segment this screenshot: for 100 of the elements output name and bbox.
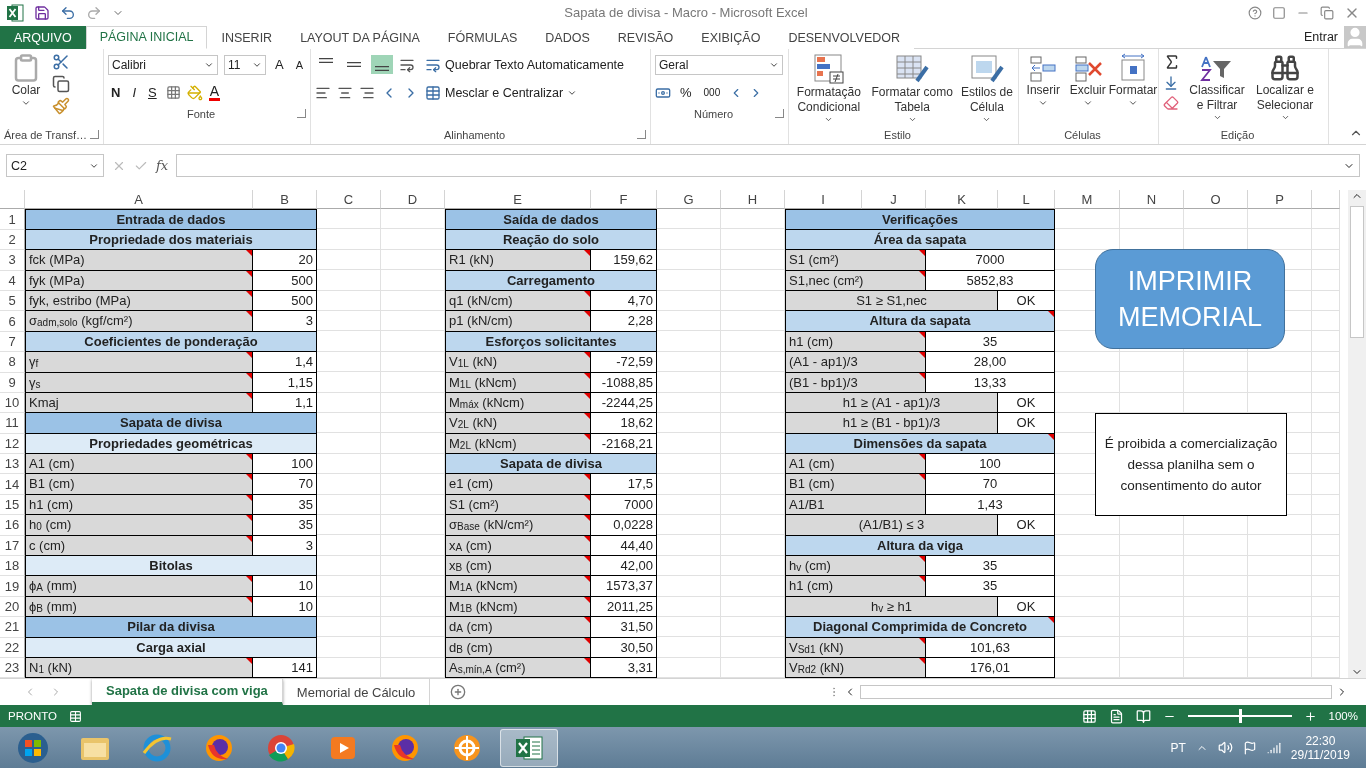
launcher-icon[interactable] — [775, 108, 784, 118]
language-indicator[interactable]: PT — [1170, 740, 1186, 755]
row-header[interactable]: 1 — [0, 209, 25, 230]
firefox-icon[interactable] — [390, 732, 420, 763]
underline-button[interactable]: S — [145, 85, 160, 101]
ribbon-tab[interactable]: PÁGINA INICIAL — [85, 25, 208, 49]
column-header[interactable]: L — [998, 190, 1055, 210]
fill-color-icon[interactable] — [186, 84, 203, 101]
column-header[interactable]: N — [1120, 190, 1184, 210]
page-layout-icon[interactable] — [1108, 708, 1124, 724]
cells-button[interactable]: Excluir — [1067, 52, 1108, 127]
flag-icon[interactable] — [1242, 740, 1257, 755]
font-size-field[interactable]: 11 — [224, 54, 266, 75]
thousands-button[interactable]: 000 — [700, 87, 724, 99]
vertical-align-button[interactable] — [371, 55, 393, 75]
browser-icon[interactable] — [142, 732, 172, 763]
signal-icon[interactable] — [1266, 740, 1281, 755]
select-all-corner[interactable] — [0, 190, 25, 210]
editing-button[interactable]: Classificar e Filtrar — [1185, 52, 1249, 127]
merge-center-button[interactable]: Mesclar e Centralizar — [423, 83, 580, 102]
style-button[interactable]: Formatar como Tabela — [868, 52, 956, 127]
vertical-scrollbar[interactable] — [1348, 190, 1366, 679]
undo-icon[interactable] — [60, 4, 76, 21]
cut-icon[interactable] — [52, 52, 70, 71]
name-box[interactable]: C2 — [6, 154, 104, 178]
row-header[interactable]: 11 — [0, 413, 25, 434]
sign-in-link[interactable]: Entrar — [1303, 29, 1344, 44]
column-header[interactable]: D — [381, 190, 445, 210]
wheel-icon[interactable] — [452, 732, 482, 763]
column-header[interactable]: G — [657, 190, 721, 210]
launcher-icon[interactable] — [637, 130, 646, 140]
chrome-icon[interactable] — [266, 732, 296, 763]
column-header[interactable]: A — [25, 190, 253, 210]
column-header[interactable]: M — [1055, 190, 1120, 210]
row-header[interactable]: 8 — [0, 352, 25, 373]
row-header[interactable]: 21 — [0, 617, 25, 638]
label-cell: fyk, estribo (MPa) — [25, 290, 253, 312]
windows-orb-icon[interactable] — [17, 731, 49, 764]
editing-button[interactable]: Localizar e Selecionar — [1253, 52, 1317, 127]
section-header: Bitolas — [25, 556, 317, 577]
lines-icon — [319, 58, 333, 64]
style-button[interactable]: Formatação Condicional — [793, 52, 865, 127]
scroll-thumb[interactable] — [1350, 206, 1364, 339]
group-label: Estilo — [884, 129, 911, 142]
normal-view-icon[interactable] — [1081, 708, 1097, 724]
italic-button[interactable]: I — [129, 85, 139, 101]
column-header[interactable]: K — [926, 190, 998, 210]
paste-button[interactable]: Colar — [4, 52, 48, 127]
section-header: Diagonal Comprimida de Concreto — [785, 617, 1055, 638]
column-header[interactable]: H — [721, 190, 785, 210]
column-header[interactable]: C — [317, 190, 381, 210]
grow-font-button[interactable]: A — [272, 57, 287, 73]
number-format-field[interactable]: Geral — [655, 54, 783, 75]
font-name-field[interactable]: Calibri — [108, 54, 218, 75]
cells-button[interactable]: Inserir — [1023, 52, 1064, 127]
value-cell: 35 — [926, 331, 1055, 353]
help-icon[interactable] — [1248, 5, 1262, 20]
column-header[interactable] — [1312, 190, 1340, 210]
bold-button[interactable]: N — [108, 85, 124, 101]
column-header[interactable]: O — [1184, 190, 1248, 210]
column-header[interactable]: F — [591, 190, 657, 210]
wrap-text-button[interactable]: Quebrar Texto Automaticamente — [423, 55, 627, 74]
column-header[interactable]: I — [785, 190, 862, 210]
formula-field[interactable] — [176, 154, 1360, 178]
row-header[interactable]: 3 — [0, 250, 25, 271]
zoom-in-icon[interactable] — [1303, 709, 1317, 723]
font-color-button[interactable]: A — [208, 84, 221, 102]
page-break-icon[interactable] — [1135, 708, 1151, 724]
launcher-icon[interactable] — [297, 108, 306, 118]
volume-icon[interactable] — [1217, 740, 1233, 756]
clear-icon[interactable] — [1163, 94, 1179, 111]
zoom-thumb[interactable] — [1238, 709, 1242, 724]
launcher-icon[interactable] — [90, 130, 99, 140]
notice-box: É proibida a comercialização dessa planilha sem o consentimento do autor — [1095, 413, 1287, 517]
taskbar-button[interactable] — [500, 728, 558, 767]
firefox-icon[interactable] — [204, 732, 234, 763]
shrink-font-button[interactable]: A — [292, 58, 306, 71]
column-header[interactable]: B — [253, 190, 317, 210]
column-header[interactable]: E — [445, 190, 591, 210]
insert-function-button[interactable]: fx — [156, 158, 169, 174]
borders-icon[interactable] — [165, 85, 181, 101]
clock[interactable]: 22:30 29/11/2019 — [1290, 733, 1350, 762]
new-sheet-icon[interactable] — [450, 684, 467, 701]
column-header[interactable]: J — [862, 190, 926, 210]
value-cell: 100 — [926, 454, 1055, 475]
excel-icon[interactable] — [514, 733, 544, 762]
ribbon-display-icon[interactable] — [1272, 5, 1286, 20]
ribbon-tab[interactable]: ARQUIVO — [0, 25, 86, 49]
redo-icon[interactable] — [86, 4, 102, 21]
column-header[interactable]: P — [1248, 190, 1312, 210]
fill-icon[interactable] — [1163, 74, 1179, 91]
percent-button[interactable]: % — [677, 85, 695, 101]
value-cell: 70 — [253, 474, 317, 495]
restore-icon[interactable] — [1320, 5, 1334, 20]
save-icon[interactable] — [34, 4, 50, 21]
row-header[interactable]: 6 — [0, 311, 25, 332]
copy-icon[interactable] — [52, 74, 70, 93]
style-button[interactable]: Estilos de Célula — [959, 52, 1014, 127]
horizontal-scrollbar[interactable] — [860, 685, 1332, 700]
row-header[interactable]: 16 — [0, 515, 25, 536]
